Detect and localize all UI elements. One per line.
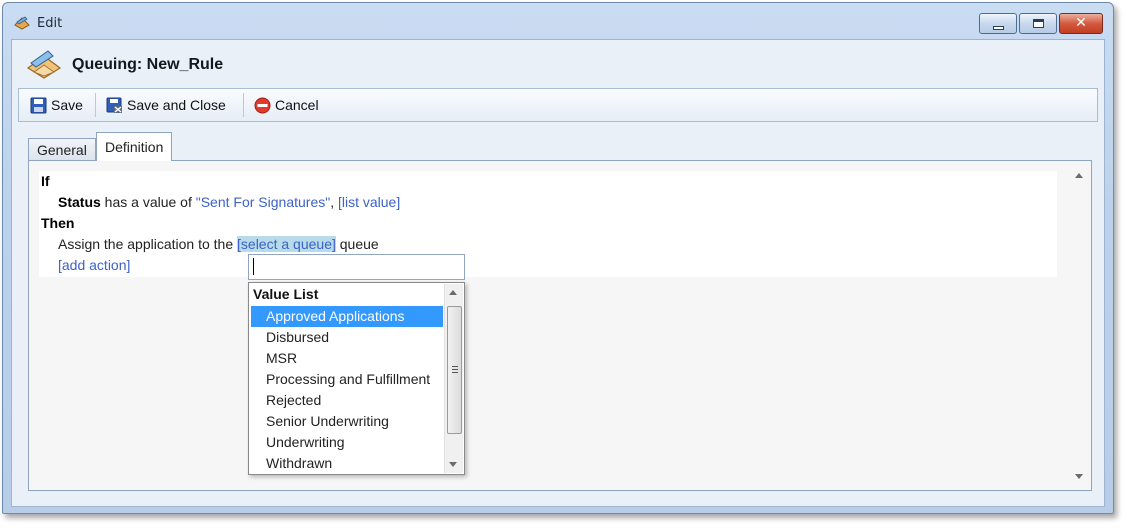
stop-sign-icon bbox=[254, 97, 271, 114]
maximize-button[interactable] bbox=[1019, 13, 1057, 34]
toolbar-separator bbox=[243, 93, 244, 117]
condition-value-link[interactable]: "Sent For Signatures" bbox=[196, 194, 330, 210]
condition-separator: , bbox=[330, 194, 338, 210]
save-and-close-button[interactable]: Save and Close bbox=[101, 93, 232, 117]
value-list-item[interactable]: MSR bbox=[251, 348, 443, 369]
value-list-item[interactable]: Approved Applications bbox=[251, 306, 443, 327]
add-action-line: [add action] bbox=[58, 257, 130, 273]
grip-line bbox=[452, 372, 458, 373]
tab-general-label: General bbox=[37, 142, 87, 158]
close-icon: ✕ bbox=[1075, 15, 1087, 31]
list-value-link[interactable]: [list value] bbox=[338, 194, 400, 210]
tab-general[interactable]: General bbox=[28, 138, 96, 160]
dropdown-scrollbar[interactable] bbox=[444, 284, 463, 473]
value-list-item[interactable]: Senior Underwriting bbox=[251, 411, 443, 432]
minimize-icon bbox=[993, 26, 1004, 30]
dropdown-scroll-up-icon[interactable] bbox=[449, 290, 457, 295]
floppy-disk-close-icon bbox=[106, 97, 122, 113]
window-controls: ✕ bbox=[979, 13, 1103, 34]
if-keyword: If bbox=[41, 173, 50, 189]
scroll-up-icon[interactable] bbox=[1075, 173, 1083, 178]
select-queue-link[interactable]: [select a queue] bbox=[237, 236, 336, 252]
add-action-link[interactable]: [add action] bbox=[58, 257, 130, 273]
edit-app-icon bbox=[14, 16, 30, 30]
page-title: Queuing: New_Rule bbox=[72, 56, 224, 73]
scroll-down-icon[interactable] bbox=[1075, 474, 1083, 479]
value-list-header: Value List bbox=[253, 286, 319, 302]
action-prefix: Assign the application to the bbox=[58, 236, 238, 252]
value-list-item[interactable]: Rejected bbox=[251, 390, 443, 411]
value-list-item[interactable]: Underwriting bbox=[251, 432, 443, 453]
queue-dropdown[interactable]: Value List Approved Applications Disburs… bbox=[248, 282, 465, 475]
save-and-close-label: Save and Close bbox=[127, 97, 226, 113]
grip-line bbox=[452, 366, 458, 367]
toolbar: Save Save and Close Cancel bbox=[18, 88, 1098, 122]
condition-line: Status has a value of "Sent For Signatur… bbox=[58, 194, 400, 210]
edit-window: Edit ✕ Queuing: New_Rule Save Save and C… bbox=[2, 2, 1114, 514]
tab-definition[interactable]: Definition bbox=[96, 132, 173, 161]
window-title: Edit bbox=[37, 16, 63, 31]
cancel-label: Cancel bbox=[275, 97, 319, 113]
dropdown-scroll-thumb[interactable] bbox=[447, 306, 462, 434]
tab-definition-label: Definition bbox=[105, 139, 164, 155]
then-keyword: Then bbox=[41, 215, 75, 231]
definition-panel: If Status has a value of "Sent For Signa… bbox=[28, 160, 1092, 491]
action-suffix: queue bbox=[335, 236, 379, 252]
queue-search-input[interactable] bbox=[248, 254, 465, 280]
queuing-rule-icon bbox=[26, 50, 62, 79]
dropdown-scroll-down-icon[interactable] bbox=[449, 462, 457, 467]
page-header: Queuing: New_Rule bbox=[12, 40, 1104, 88]
if-line: If bbox=[41, 173, 50, 189]
floppy-disk-icon bbox=[30, 97, 47, 114]
value-list-item[interactable]: Withdrawn bbox=[251, 453, 443, 474]
save-label: Save bbox=[51, 97, 83, 113]
title-bar[interactable]: Edit ✕ bbox=[3, 3, 1113, 39]
maximize-icon bbox=[1033, 19, 1044, 28]
condition-operator: has a value of bbox=[100, 194, 196, 210]
rule-editor: If Status has a value of "Sent For Signa… bbox=[39, 171, 1057, 277]
toolbar-separator bbox=[95, 93, 96, 117]
grip-line bbox=[452, 369, 458, 370]
value-list-item[interactable]: Processing and Fulfillment bbox=[251, 369, 443, 390]
text-caret bbox=[253, 258, 254, 275]
value-list-item[interactable]: Disbursed bbox=[251, 327, 443, 348]
condition-field: Status bbox=[58, 194, 101, 210]
cancel-button[interactable]: Cancel bbox=[249, 93, 325, 117]
then-line: Then bbox=[41, 215, 74, 231]
window-client-area: Queuing: New_Rule Save Save and Close Ca… bbox=[11, 39, 1105, 507]
save-button[interactable]: Save bbox=[25, 93, 89, 117]
minimize-button[interactable] bbox=[979, 13, 1017, 34]
action-line: Assign the application to the [select a … bbox=[58, 236, 379, 252]
value-list: Approved Applications Disbursed MSR Proc… bbox=[251, 306, 443, 474]
panel-scrollbar[interactable] bbox=[1071, 167, 1087, 485]
close-button[interactable]: ✕ bbox=[1059, 13, 1103, 34]
